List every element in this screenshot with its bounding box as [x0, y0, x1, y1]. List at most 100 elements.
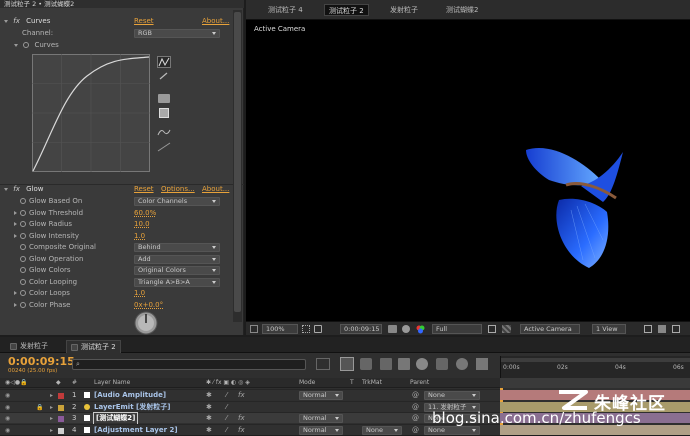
curves-graph[interactable] [32, 54, 150, 172]
glow-prop-row[interactable]: Color Looping [14, 277, 77, 288]
always-preview-icon[interactable] [250, 325, 258, 333]
layer-mode-dropdown[interactable]: Normal [299, 391, 343, 400]
brainstorm-icon[interactable] [436, 358, 448, 370]
stopwatch-icon[interactable] [20, 232, 26, 239]
layer-trkmat-dropdown[interactable]: None [362, 425, 402, 435]
snapshot-icon[interactable] [388, 325, 397, 333]
layer-name[interactable]: LayerEmit [发射粒子] [94, 402, 170, 413]
stopwatch-icon[interactable] [20, 267, 26, 273]
glow-prop-row[interactable]: Color Phase [14, 300, 70, 311]
channel-dropdown[interactable]: RGB [134, 29, 220, 38]
stopwatch-icon[interactable] [23, 42, 30, 48]
glow-prop-value[interactable]: 1.0 [134, 231, 145, 242]
expand-triangle-icon[interactable]: ▸ [50, 402, 53, 413]
effect-switch-icon[interactable]: fx [238, 413, 245, 424]
bezier-curve-tool-icon[interactable] [157, 56, 171, 68]
stopwatch-icon[interactable] [20, 209, 26, 216]
shy-switch-icon[interactable]: ✱ [206, 425, 212, 436]
glow-prop-value[interactable]: 60.0% [134, 208, 156, 219]
viewer-tab-1[interactable]: 测试粒子 2 [324, 4, 369, 16]
glow-about-link[interactable]: About... [202, 184, 229, 195]
frame-blending-icon[interactable] [398, 358, 410, 370]
effect-panel-scrollbar[interactable] [233, 10, 242, 322]
layer-search-input[interactable]: ⌕ [72, 359, 306, 370]
collapse-triangle-icon[interactable] [4, 187, 8, 191]
glow-prop-dropdown[interactable]: Triangle A>B>A [134, 277, 220, 287]
work-area-bar[interactable] [501, 358, 690, 362]
parent-pickwhip-icon[interactable]: @ [412, 425, 419, 436]
expand-triangle-icon[interactable]: ▸ [50, 390, 53, 401]
timeline-tab-0[interactable]: 发射粒子 [6, 340, 52, 353]
collapse-triangle-icon[interactable] [4, 19, 8, 23]
scrollbar-thumb[interactable] [234, 12, 241, 312]
layer-row[interactable]: ◉ ▸ 3 [测试蝴蝶2] ✱ ⁄ fx Normal @ None [0, 412, 500, 425]
expand-triangle-icon[interactable] [14, 302, 17, 307]
live-update-icon[interactable] [340, 357, 354, 371]
transparency-grid-icon[interactable] [502, 325, 511, 333]
effect-switch-icon[interactable]: fx [238, 390, 245, 401]
parent-pickwhip-icon[interactable]: @ [412, 413, 419, 424]
shy-switch-icon[interactable]: ✱ [206, 413, 212, 424]
glow-prop-row[interactable]: Glow Threshold [14, 208, 83, 219]
collapse-triangle-icon[interactable] [14, 43, 18, 47]
glow-prop-row[interactable]: Glow Based On [14, 196, 82, 207]
reset-curve-icon[interactable] [157, 142, 171, 152]
pencil-tool-icon[interactable] [159, 72, 169, 80]
layer-name[interactable]: [测试蝴蝶2] [92, 412, 139, 425]
curves-effect-header[interactable]: fx Curves [4, 16, 50, 27]
motion-blur-icon[interactable] [416, 358, 428, 370]
viewer-tab-3[interactable]: 测试蝴蝶2 [442, 4, 482, 16]
stopwatch-icon[interactable] [20, 301, 26, 308]
curves-about-link[interactable]: About... [202, 16, 229, 27]
pixel-aspect-icon[interactable] [644, 325, 652, 333]
glow-prop-row[interactable]: Glow Radius [14, 219, 72, 230]
layer-name[interactable]: [Adjustment Layer 2] [94, 425, 178, 436]
quality-switch-icon[interactable]: ⁄ [226, 402, 227, 413]
expand-triangle-icon[interactable] [14, 210, 17, 215]
camera-view-dropdown[interactable]: Active Camera [520, 324, 580, 334]
glow-prop-row[interactable]: Glow Colors [14, 265, 71, 276]
layer-parent-dropdown[interactable]: None [424, 391, 480, 400]
layer-row[interactable]: ◉ ▸ 4 [Adjustment Layer 2] ✱ ⁄ fx Normal None @ No… [0, 423, 500, 436]
label-color-swatch[interactable] [58, 404, 64, 411]
region-of-interest-icon[interactable] [488, 325, 496, 333]
glow-prop-value[interactable]: 10.0 [134, 219, 150, 230]
glow-options-link[interactable]: Options... [161, 184, 195, 195]
stopwatch-icon[interactable] [20, 198, 26, 204]
parent-pickwhip-icon[interactable]: @ [412, 402, 419, 413]
glow-prop-row[interactable]: Composite Original [14, 242, 96, 253]
stopwatch-icon[interactable] [20, 244, 26, 250]
composition-viewer[interactable]: 测试粒子 4 测试粒子 2 发射粒子 测试蝴蝶2 Active Camera [246, 0, 690, 335]
open-folder-icon[interactable] [158, 94, 170, 103]
label-color-swatch[interactable] [58, 427, 64, 434]
glow-prop-dropdown[interactable]: Color Channels [134, 197, 220, 206]
curves-reset-link[interactable]: Reset [134, 16, 154, 27]
visibility-eye-icon[interactable]: ◉ [5, 413, 10, 424]
trkmat-column[interactable]: TrkMat [362, 378, 382, 388]
parent-pickwhip-icon[interactable]: @ [412, 390, 419, 401]
layer-name-column[interactable]: Layer Name [94, 378, 130, 388]
curves-property-row[interactable]: Curves [14, 40, 59, 51]
glow-prop-value[interactable]: 1.0 [134, 288, 145, 299]
view-layout-dropdown[interactable]: 1 View [592, 324, 626, 334]
glow-prop-row[interactable]: Glow Operation [14, 254, 83, 265]
glow-prop-row[interactable]: Glow Intensity [14, 231, 79, 242]
visibility-eye-icon[interactable]: ◉ [5, 402, 10, 413]
glow-prop-dropdown[interactable]: Behind [134, 243, 220, 252]
shy-layers-icon[interactable] [380, 358, 392, 370]
stopwatch-icon[interactable] [20, 221, 26, 227]
color-phase-dial[interactable] [134, 311, 158, 335]
glow-effect-header[interactable]: fx Glow [4, 184, 43, 195]
viewer-timecode[interactable]: 0:00:09:15 [340, 324, 382, 334]
timeline-icon[interactable] [672, 325, 680, 333]
grid-toggle-icon[interactable] [302, 325, 310, 333]
layer-mode-dropdown[interactable]: Normal [299, 425, 343, 435]
draft-3d-icon[interactable] [360, 358, 372, 370]
glow-prop-dropdown[interactable]: Original Colors [134, 266, 220, 275]
mode-column[interactable]: Mode [299, 378, 315, 388]
layer-row[interactable]: ◉ ▸ 1 [Audio Amplitude] ✱ ⁄ fx Normal @ None [0, 389, 500, 400]
resolution-dropdown[interactable]: Full [432, 324, 482, 334]
visibility-eye-icon[interactable]: ◉ [5, 425, 10, 436]
smooth-curve-icon[interactable] [157, 127, 171, 137]
quality-switch-icon[interactable]: ⁄ [226, 413, 227, 424]
